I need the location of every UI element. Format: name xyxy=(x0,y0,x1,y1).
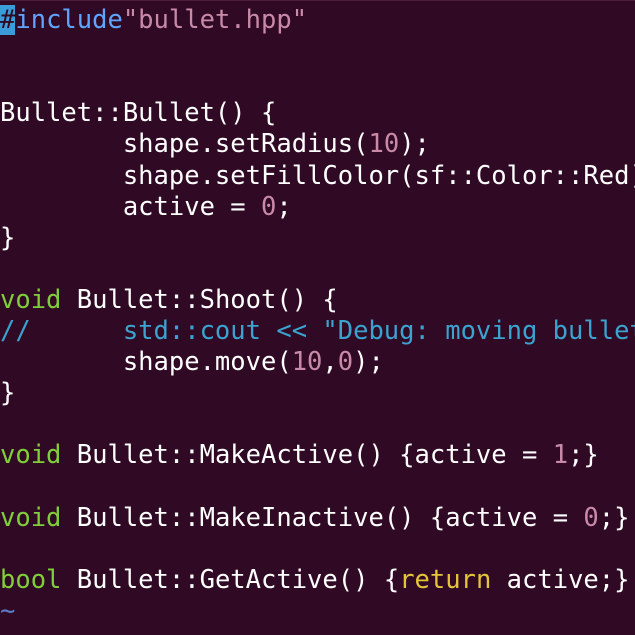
code-token: ); xyxy=(399,129,430,160)
code-token: shape.setFillColor(sf::Color::Red); xyxy=(0,160,635,191)
number-token: 10 xyxy=(368,129,400,160)
code-token: shape.setRadius( xyxy=(0,129,369,160)
number-token: 10 xyxy=(291,347,323,378)
string-token: "bullet.hpp" xyxy=(122,5,308,35)
code-token: shape.move( xyxy=(0,347,292,378)
keyword-token: void xyxy=(0,502,62,533)
code-line[interactable]: bool Bullet::GetActive() {return active;… xyxy=(0,565,629,596)
code-editor[interactable]: #include"bullet.hpp"Bullet::Bullet() { s… xyxy=(0,0,635,635)
code-token: active;} xyxy=(491,564,630,595)
code-token: Bullet::GetActive() { xyxy=(61,564,400,595)
code-token: Bullet::Shoot() { xyxy=(61,284,338,315)
code-token: ;} xyxy=(568,440,599,471)
keyword-token: void xyxy=(0,284,62,315)
number-token: 0 xyxy=(583,502,599,533)
preprocessor-token: include xyxy=(15,5,123,35)
code-line[interactable]: #include"bullet.hpp" xyxy=(0,5,307,36)
code-line[interactable]: void Bullet::MakeActive() {active = 1;} xyxy=(0,440,599,471)
comment-token: // std::cout << "Debug: moving bullet" <… xyxy=(0,316,635,346)
number-token: 1 xyxy=(552,440,569,471)
empty-line-marker: ~ xyxy=(0,595,16,626)
code-line[interactable]: void Bullet::MakeInactive() {active = 0;… xyxy=(0,503,629,534)
code-line[interactable]: shape.setFillColor(sf::Color::Red); xyxy=(0,161,635,192)
code-token: ;} xyxy=(598,502,630,533)
number-token: 0 xyxy=(261,191,277,222)
code-line[interactable]: shape.setRadius(10); xyxy=(0,129,430,160)
code-line[interactable]: active = 0; xyxy=(0,192,292,223)
code-token: Bullet::MakeActive() {active = xyxy=(61,440,553,471)
code-line[interactable]: ~ xyxy=(0,596,15,627)
code-line[interactable]: shape.move(10,0); xyxy=(0,347,384,378)
keyword-token: bool xyxy=(0,564,62,595)
code-token: ; xyxy=(276,191,292,222)
return-keyword-token: return xyxy=(399,564,492,595)
code-line[interactable]: // std::cout << "Debug: moving bullet" <… xyxy=(0,316,635,347)
code-line[interactable]: Bullet::Bullet() { xyxy=(0,98,276,129)
code-line[interactable]: void Bullet::Shoot() { xyxy=(0,285,338,316)
code-line[interactable]: } xyxy=(0,223,15,254)
code-token: ); xyxy=(353,347,384,378)
code-token: Bullet::Bullet() { xyxy=(0,98,277,129)
code-token: } xyxy=(0,222,16,253)
text-cursor: # xyxy=(0,5,16,35)
code-token: Bullet::MakeInactive() {active = xyxy=(61,502,584,533)
code-token: } xyxy=(0,378,16,409)
code-token: , xyxy=(322,347,338,378)
code-line[interactable]: } xyxy=(0,378,15,409)
number-token: 0 xyxy=(337,347,354,378)
keyword-token: void xyxy=(0,440,62,471)
code-token: active = xyxy=(0,191,261,222)
